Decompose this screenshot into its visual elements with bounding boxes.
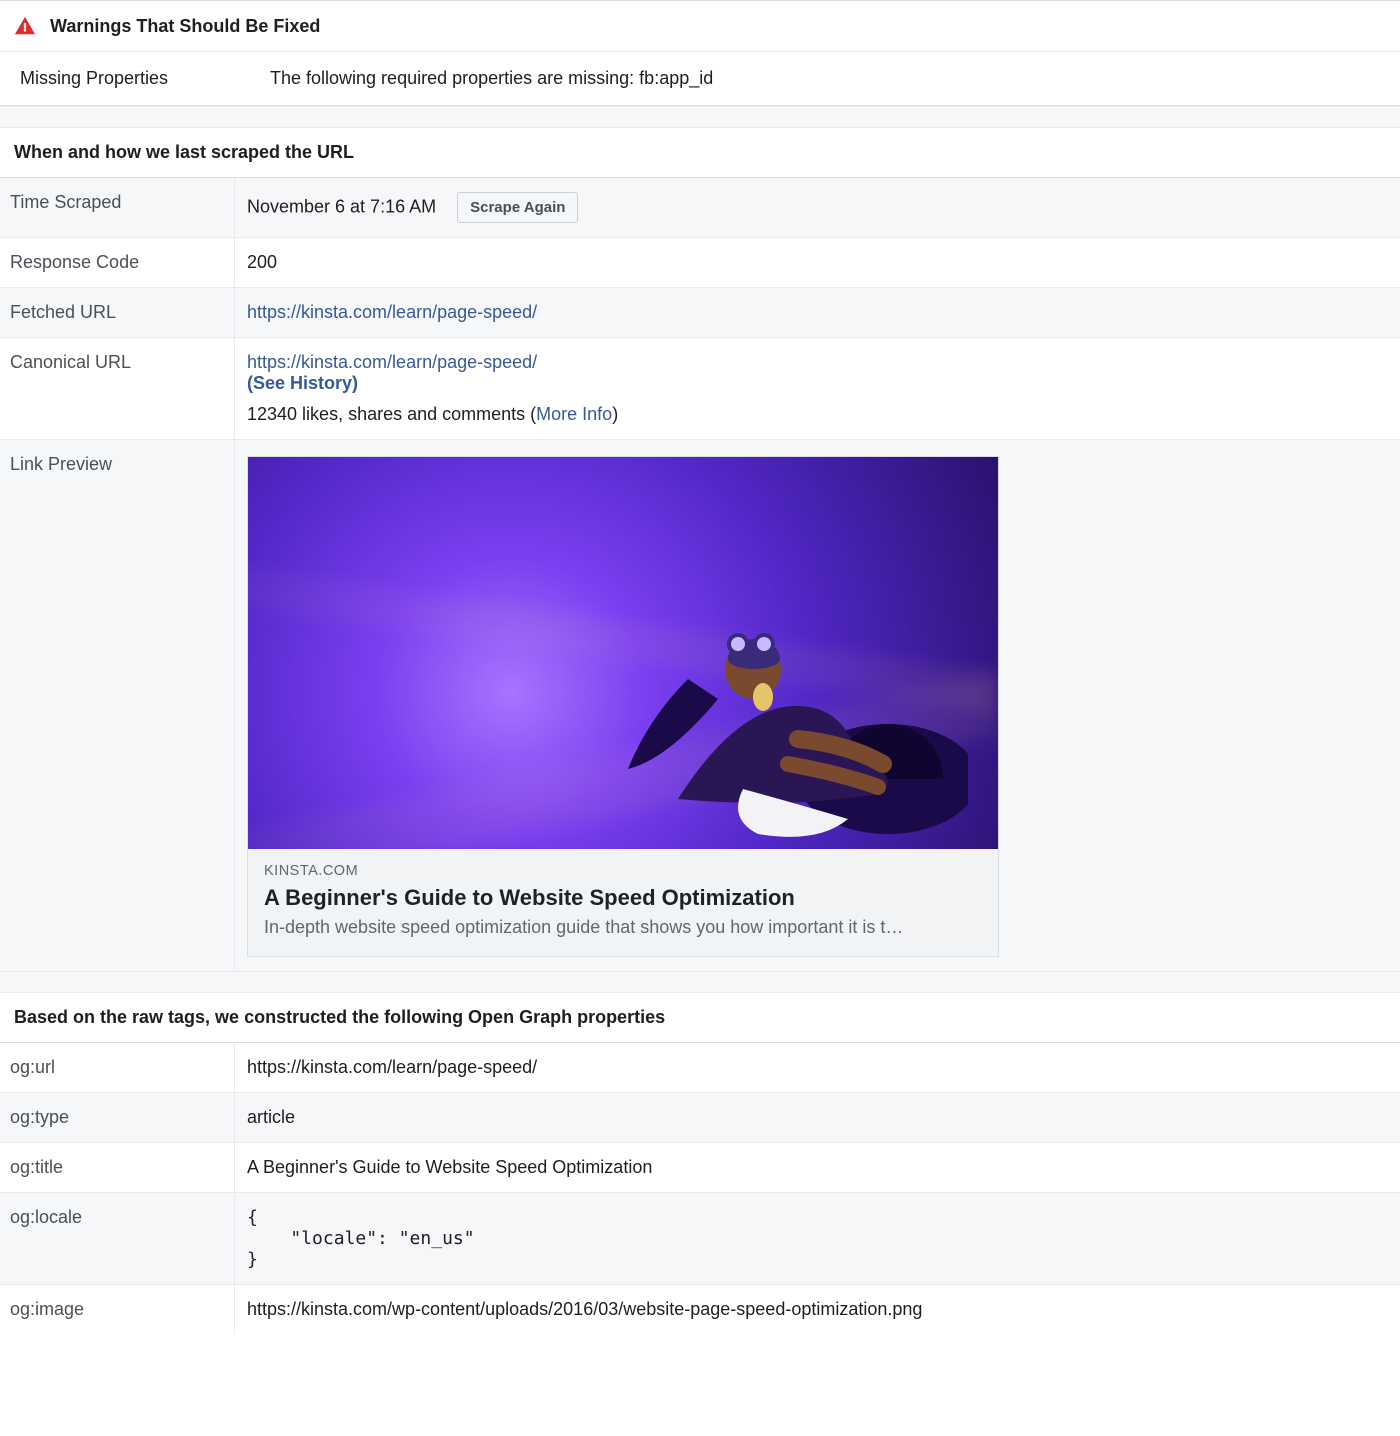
card-domain: KINSTA.COM — [264, 863, 982, 879]
scrape-again-button[interactable]: Scrape Again — [457, 192, 578, 223]
og-title-value: A Beginner's Guide to Website Speed Opti… — [235, 1143, 1400, 1192]
fetched-url-link[interactable]: https://kinsta.com/learn/page-speed/ — [247, 302, 537, 322]
scrape-table: Time Scraped November 6 at 7:16 AM Scrap… — [0, 177, 1400, 971]
link-preview-value: KINSTA.COM A Beginner's Guide to Website… — [235, 440, 1400, 971]
og-type-row: og:type article — [0, 1092, 1400, 1142]
canonical-stats-prefix: 12340 likes, shares and comments ( — [247, 404, 536, 424]
warnings-title: Warnings That Should Be Fixed — [50, 16, 320, 37]
section-gap — [0, 106, 1400, 128]
og-title-label: og:title — [0, 1143, 235, 1192]
og-locale-row: og:locale { "locale": "en_us" } — [0, 1192, 1400, 1284]
card-description: In-depth website speed optimization guid… — [264, 917, 982, 938]
og-locale-json: { "locale": "en_us" } — [247, 1207, 1388, 1270]
og-locale-label: og:locale — [0, 1193, 235, 1284]
link-preview-label: Link Preview — [0, 440, 235, 971]
warnings-section: Warnings That Should Be Fixed Missing Pr… — [0, 0, 1400, 106]
warnings-header: Warnings That Should Be Fixed — [0, 1, 1400, 51]
fetched-url-row: Fetched URL https://kinsta.com/learn/pag… — [0, 287, 1400, 337]
canonical-url-value: https://kinsta.com/learn/page-speed/ (Se… — [235, 338, 1400, 439]
link-preview-row: Link Preview — [0, 439, 1400, 971]
driver-illustration-icon — [588, 589, 968, 849]
canonical-stats: 12340 likes, shares and comments (More I… — [247, 404, 1388, 425]
og-type-value: article — [235, 1093, 1400, 1142]
time-scraped-label: Time Scraped — [0, 178, 235, 237]
scrape-header: When and how we last scraped the URL — [0, 128, 1400, 177]
card-title: A Beginner's Guide to Website Speed Opti… — [264, 885, 982, 911]
og-type-label: og:type — [0, 1093, 235, 1142]
fetched-url-value: https://kinsta.com/learn/page-speed/ — [235, 288, 1400, 337]
og-image-value: https://kinsta.com/wp-content/uploads/20… — [235, 1285, 1400, 1334]
og-url-value: https://kinsta.com/learn/page-speed/ — [235, 1043, 1400, 1092]
og-title-row: og:title A Beginner's Guide to Website S… — [0, 1142, 1400, 1192]
missing-properties-row: Missing Properties The following require… — [0, 51, 1400, 105]
link-preview-image — [248, 457, 998, 849]
time-scraped-row: Time Scraped November 6 at 7:16 AM Scrap… — [0, 177, 1400, 237]
card-body: KINSTA.COM A Beginner's Guide to Website… — [248, 849, 998, 956]
time-scraped-value-cell: November 6 at 7:16 AM Scrape Again — [235, 178, 1400, 237]
og-url-row: og:url https://kinsta.com/learn/page-spe… — [0, 1042, 1400, 1092]
canonical-stats-suffix: ) — [612, 404, 618, 424]
missing-properties-value: The following required properties are mi… — [270, 68, 713, 89]
og-image-label: og:image — [0, 1285, 235, 1334]
og-table: og:url https://kinsta.com/learn/page-spe… — [0, 1042, 1400, 1334]
canonical-url-label: Canonical URL — [0, 338, 235, 439]
og-image-row: og:image https://kinsta.com/wp-content/u… — [0, 1284, 1400, 1334]
og-url-label: og:url — [0, 1043, 235, 1092]
missing-properties-label: Missing Properties — [20, 68, 270, 89]
warning-triangle-icon — [14, 15, 36, 37]
section-gap — [0, 971, 1400, 993]
og-locale-value: { "locale": "en_us" } — [235, 1193, 1400, 1284]
og-section: Based on the raw tags, we constructed th… — [0, 993, 1400, 1334]
time-scraped-value: November 6 at 7:16 AM — [247, 196, 436, 216]
response-code-label: Response Code — [0, 238, 235, 287]
canonical-url-row: Canonical URL https://kinsta.com/learn/p… — [0, 337, 1400, 439]
more-info-link[interactable]: More Info — [536, 404, 612, 424]
response-code-row: Response Code 200 — [0, 237, 1400, 287]
see-history-link[interactable]: (See History) — [247, 373, 358, 393]
canonical-url-link[interactable]: https://kinsta.com/learn/page-speed/ — [247, 352, 537, 372]
fetched-url-label: Fetched URL — [0, 288, 235, 337]
scrape-section: When and how we last scraped the URL Tim… — [0, 128, 1400, 971]
response-code-value: 200 — [235, 238, 1400, 287]
link-preview-card[interactable]: KINSTA.COM A Beginner's Guide to Website… — [247, 456, 999, 957]
og-header: Based on the raw tags, we constructed th… — [0, 993, 1400, 1042]
